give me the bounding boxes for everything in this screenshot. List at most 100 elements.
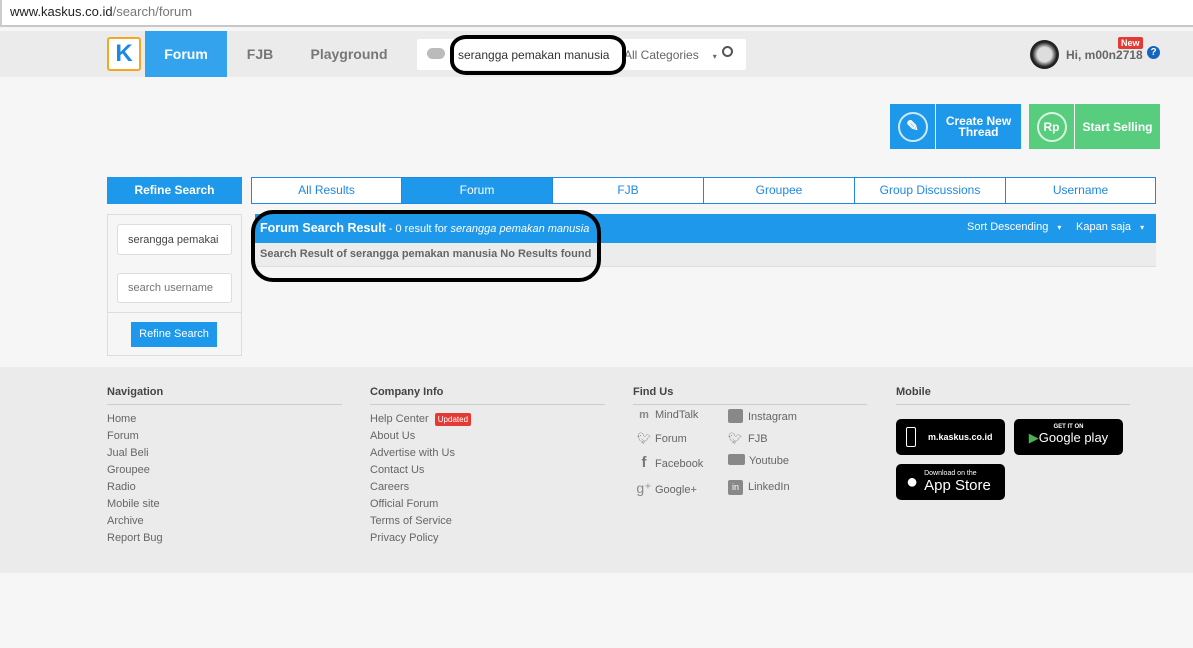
footer-link[interactable]: Report Bug	[107, 530, 342, 547]
rupiah-icon: Rp	[1036, 111, 1067, 142]
start-selling-label: Start Selling	[1082, 119, 1153, 134]
footer-link[interactable]: Jual Beli	[107, 445, 342, 462]
youtube-icon	[728, 454, 745, 465]
facebook-link[interactable]: f Facebook	[633, 454, 728, 471]
link-label: FJB	[748, 433, 768, 445]
nav-playground[interactable]: Playground	[304, 31, 394, 77]
chevron-down-icon: ▾	[1140, 223, 1145, 232]
tab-all-results[interactable]: All Results	[251, 177, 402, 204]
linkedin-link[interactable]: in LinkedIn	[728, 480, 828, 497]
footer-title: Mobile	[896, 386, 931, 398]
youtube-link[interactable]: Youtube	[728, 454, 828, 471]
divider	[370, 404, 605, 405]
mobile-site-badge[interactable]: m.kaskus.co.id	[896, 419, 1005, 455]
tab-fjb[interactable]: FJB	[553, 177, 704, 204]
nav-fjb[interactable]: FJB	[234, 31, 286, 77]
category-select[interactable]: All Categories ▾	[624, 48, 717, 62]
footer-link[interactable]: Terms of Service	[370, 513, 605, 530]
mobile-site-label: m.kaskus.co.id	[928, 432, 993, 442]
avatar[interactable]	[1030, 40, 1059, 69]
help-icon[interactable]: ?	[1147, 46, 1160, 59]
nav-forum[interactable]: Forum	[145, 31, 227, 77]
search-icon[interactable]	[722, 46, 733, 57]
apple-icon: ●	[906, 470, 919, 493]
footer-link[interactable]: Advertise with Us	[370, 445, 605, 462]
footer-link[interactable]: Contact Us	[370, 462, 605, 479]
sort-dropdown[interactable]: Sort Descending ▾	[967, 221, 1061, 233]
keyword-input[interactable]	[117, 224, 232, 255]
mindtalk-icon: m	[639, 409, 649, 421]
twitter-fjb-link[interactable]: 🐦︎ FJB	[728, 432, 828, 445]
start-selling-button[interactable]: Rp Start Selling	[1029, 104, 1160, 149]
category-label: All Categories	[624, 48, 699, 62]
footer-navigation: Navigation Home Forum Jual Beli Groupee …	[107, 386, 342, 547]
chevron-down-icon: ▾	[1057, 223, 1062, 232]
footer-link[interactable]: Home	[107, 411, 342, 428]
footer-mobile: Mobile	[896, 386, 1130, 411]
link-label: Forum	[655, 433, 687, 445]
twitter-icon: 🐦︎	[637, 433, 651, 445]
url-path: /search/forum	[112, 4, 193, 19]
address-bar[interactable]: www.kaskus.co.id/search/forum	[0, 0, 1193, 27]
footer-findus: Find Us m MindTalk Instagram 🐦︎ Forum 🐦︎ FJ…	[633, 386, 867, 497]
phone-icon	[906, 427, 916, 447]
divider	[107, 404, 342, 405]
create-thread-button[interactable]: ✎ Create New Thread	[890, 104, 1021, 149]
footer-link[interactable]: Privacy Policy	[370, 530, 605, 547]
results-query: serangga pemakan manusia	[450, 223, 590, 235]
user-greeting[interactable]: Hi, m00n2718	[1066, 48, 1143, 62]
divider	[896, 404, 1130, 405]
chat-icon	[427, 48, 445, 59]
time-label: Kapan saja	[1076, 221, 1132, 233]
sort-label: Sort Descending	[967, 221, 1049, 233]
footer-link[interactable]: Groupee	[107, 462, 342, 479]
app-store-label: App Store	[924, 477, 991, 494]
tab-group-discussions[interactable]: Group Discussions	[855, 177, 1006, 204]
footer-title: Find Us	[633, 386, 674, 398]
google-play-label: Google play	[1038, 430, 1109, 445]
search-input[interactable]	[458, 39, 620, 70]
kaskus-logo[interactable]: K	[107, 37, 141, 71]
footer-link[interactable]: Forum	[107, 428, 342, 445]
chevron-down-icon: ▾	[712, 52, 717, 61]
footer-link[interactable]: Official Forum	[370, 496, 605, 513]
link-label: MindTalk	[655, 409, 699, 421]
refine-search-button[interactable]: Refine Search	[131, 322, 217, 347]
footer-title: Navigation	[107, 386, 164, 398]
no-results-message: Search Result of serangga pemakan manusi…	[255, 243, 1156, 267]
divider	[633, 404, 867, 405]
link-label: Youtube	[749, 455, 789, 467]
new-badge: New	[1118, 37, 1143, 49]
url-domain: www.kaskus.co.id	[10, 4, 113, 19]
tab-groupee[interactable]: Groupee	[704, 177, 855, 204]
facebook-icon: f	[641, 454, 647, 471]
twitter-forum-link[interactable]: 🐦︎ Forum	[633, 432, 728, 445]
mindtalk-link[interactable]: m MindTalk	[633, 409, 728, 423]
tab-username[interactable]: Username	[1006, 177, 1156, 204]
results-title: Forum Search Result	[260, 221, 386, 235]
play-icon: ▶	[1028, 430, 1039, 445]
footer-title: Company Info	[370, 386, 444, 398]
results-count: - 0 result for	[385, 223, 451, 235]
footer-link[interactable]: Help Center	[370, 413, 429, 425]
create-thread-label: Create New Thread	[945, 113, 1012, 139]
refine-search-title: Refine Search	[107, 177, 242, 204]
link-label: Google+	[655, 484, 697, 496]
footer-link[interactable]: Careers	[370, 479, 605, 496]
google-play-badge[interactable]: GET IT ON ▶Google play	[1014, 419, 1123, 455]
link-label: Instagram	[748, 411, 797, 423]
instagram-link[interactable]: Instagram	[728, 409, 828, 423]
twitter-icon: 🐦︎	[728, 433, 742, 445]
footer-link[interactable]: Radio	[107, 479, 342, 496]
footer-link[interactable]: About Us	[370, 428, 605, 445]
app-store-badge[interactable]: ● Download on the App Store	[896, 464, 1005, 500]
link-label: LinkedIn	[748, 481, 790, 493]
username-input[interactable]	[117, 273, 232, 303]
googleplus-icon: g⁺	[636, 480, 652, 496]
time-dropdown[interactable]: Kapan saja ▾	[1076, 221, 1144, 233]
footer-link[interactable]: Archive	[107, 513, 342, 530]
updated-badge: Updated	[434, 413, 472, 426]
googleplus-link[interactable]: g⁺ Google+	[633, 480, 728, 497]
tab-forum[interactable]: Forum	[402, 177, 553, 204]
footer-link[interactable]: Mobile site	[107, 496, 342, 513]
